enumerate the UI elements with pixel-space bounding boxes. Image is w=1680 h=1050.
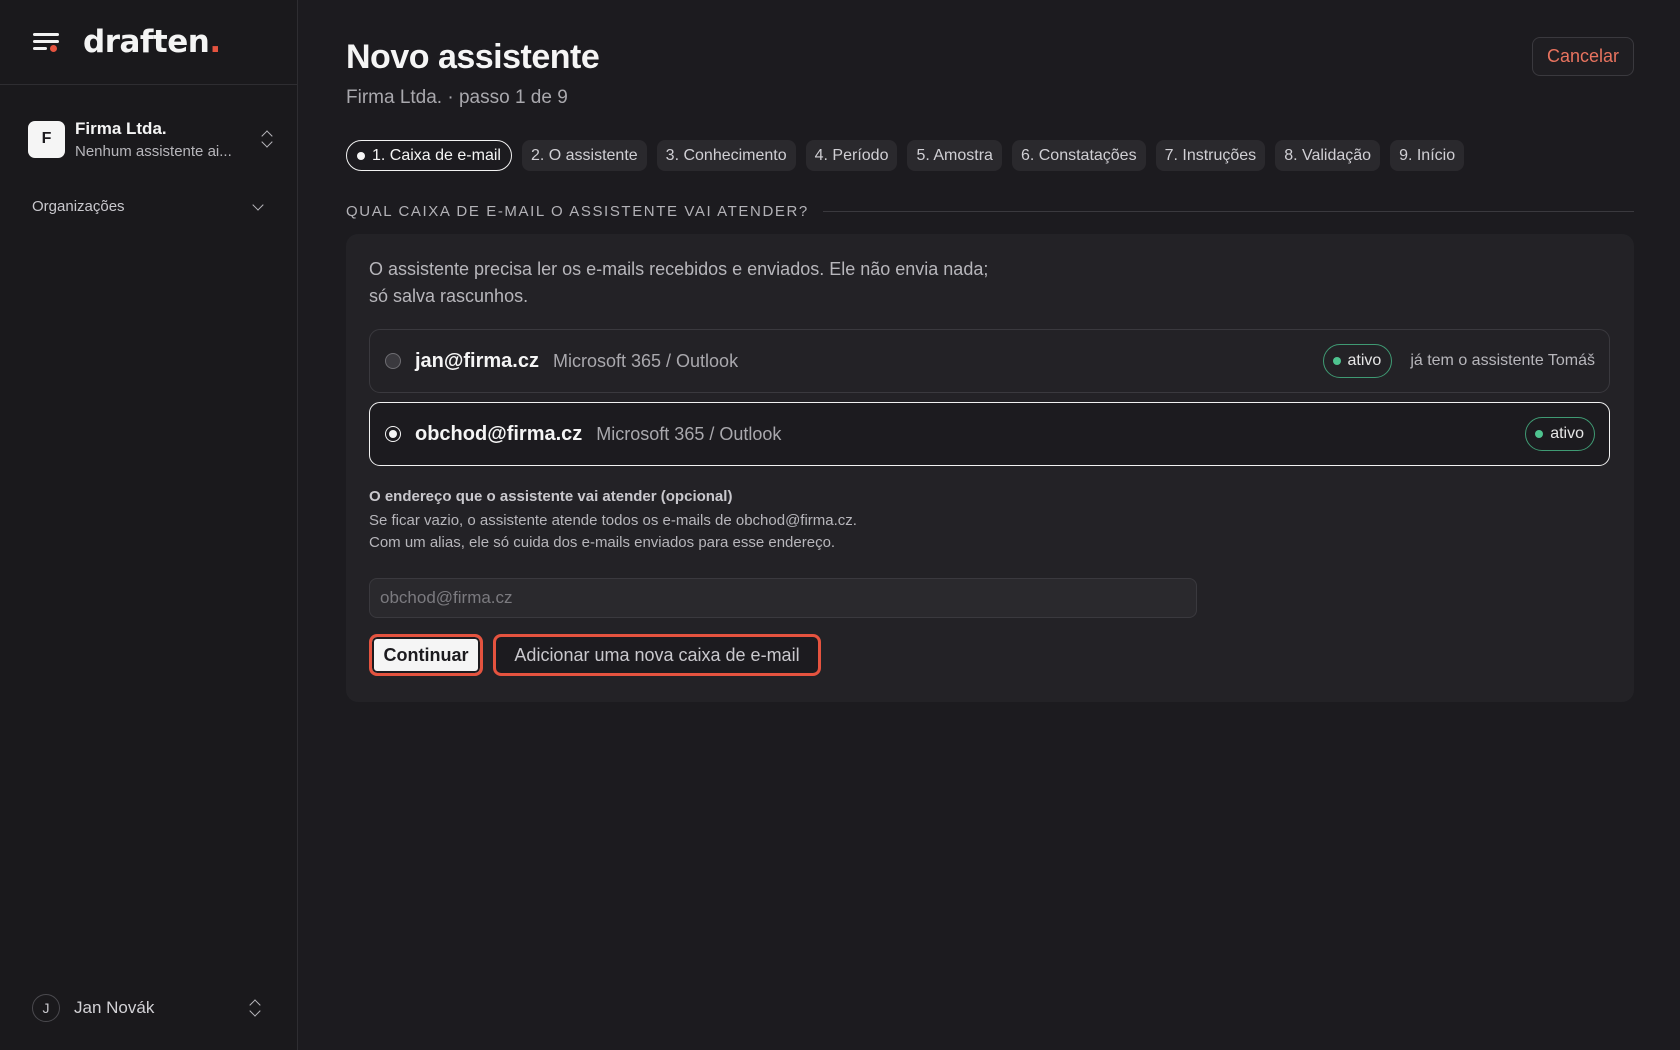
- step-sample[interactable]: 5. Amostra: [907, 140, 1002, 171]
- step-knowledge[interactable]: 3. Conhecimento: [656, 140, 796, 171]
- avatar: J: [32, 994, 60, 1022]
- status-badge: ativo: [1525, 417, 1595, 451]
- add-mailbox-button[interactable]: Adicionar uma nova caixa de e-mail: [493, 634, 821, 676]
- step-period[interactable]: 4. Período: [805, 140, 898, 171]
- alias-input[interactable]: [369, 578, 1197, 618]
- user-menu[interactable]: J Jan Novák: [32, 994, 262, 1022]
- logo[interactable]: draften.: [83, 24, 221, 60]
- divider: [822, 211, 1634, 212]
- page-title: Novo assistente: [346, 38, 600, 76]
- radio-button[interactable]: [385, 353, 401, 369]
- mailbox-card: O assistente precisa ler os e-mails rece…: [346, 234, 1634, 702]
- org-avatar: F: [28, 120, 65, 158]
- organizations-label: Organizações: [32, 198, 125, 215]
- mailbox-option-selected[interactable]: obchod@firma.cz Microsoft 365 / Outlook …: [369, 402, 1610, 466]
- user-name: Jan Novák: [74, 998, 155, 1017]
- mailbox-email: obchod@firma.cz: [415, 422, 583, 445]
- intro-text: O assistente precisa ler os e-mails rece…: [369, 259, 989, 306]
- wizard-steps: 1. Caixa de e-mail 2. O assistente 3. Co…: [346, 140, 1465, 171]
- org-name: Firma Ltda.: [75, 118, 167, 138]
- step-validation[interactable]: 8. Validação: [1275, 140, 1381, 171]
- page-subtitle: Firma Ltda. · passo 1 de 9: [346, 87, 568, 108]
- cancel-button[interactable]: Cancelar: [1531, 37, 1634, 76]
- radio-button[interactable]: [385, 426, 401, 442]
- org-subtitle: Nenhum assistente ai...: [75, 142, 232, 160]
- chevron-up-down-icon: [248, 998, 262, 1018]
- org-switcher[interactable]: F Firma Ltda. Nenhum assistente ai...: [28, 116, 274, 162]
- brand-bar: draften.: [0, 0, 297, 85]
- status-badge: ativo: [1322, 344, 1393, 378]
- step-instructions[interactable]: 7. Instruções: [1155, 140, 1266, 171]
- mailbox-email: jan@firma.cz: [415, 349, 539, 372]
- mailbox-provider: Microsoft 365 / Outlook: [596, 423, 782, 444]
- step-mailbox[interactable]: 1. Caixa de e-mail: [346, 140, 512, 171]
- continue-button[interactable]: Continuar: [369, 634, 483, 676]
- alias-field-help: Se ficar vazio, o assistente atende todo…: [369, 512, 857, 551]
- menu-icon[interactable]: [33, 31, 59, 53]
- mailbox-option[interactable]: jan@firma.cz Microsoft 365 / Outlook ati…: [369, 329, 1610, 393]
- step-start[interactable]: 9. Início: [1390, 140, 1465, 171]
- alias-field-label: O endereço que o assistente vai atender …: [369, 488, 733, 505]
- section-heading: QUAL CAIXA DE E-MAIL O ASSISTENTE VAI AT…: [346, 203, 1634, 220]
- step-findings[interactable]: 6. Constatações: [1011, 140, 1146, 171]
- step-assistant[interactable]: 2. O assistente: [521, 140, 647, 171]
- mailbox-note: já tem o assistente Tomáš: [1410, 352, 1595, 369]
- mailbox-provider: Microsoft 365 / Outlook: [552, 350, 739, 371]
- organizations-section-toggle[interactable]: Organizações: [32, 198, 264, 215]
- chevron-up-down-icon: [260, 129, 274, 149]
- chevron-down-icon: [252, 198, 264, 211]
- sidebar: draften. F Firma Ltda. Nenhum assistente…: [0, 0, 298, 1050]
